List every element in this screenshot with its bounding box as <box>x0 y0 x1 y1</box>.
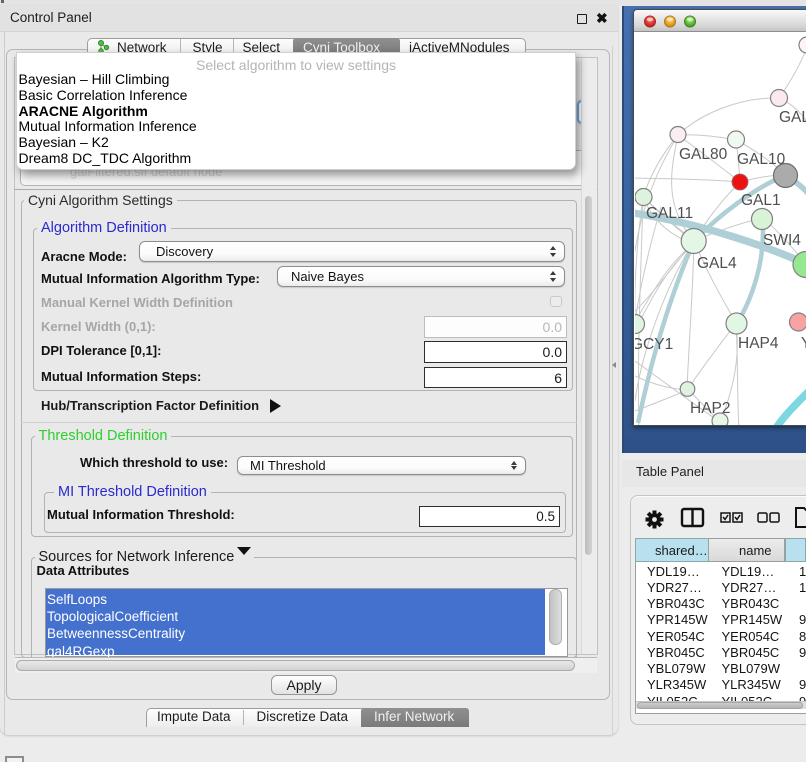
svg-text:SWI4: SWI4 <box>763 232 801 249</box>
svg-text:GAL4: GAL4 <box>697 255 737 272</box>
svg-text:GCY1: GCY1 <box>635 336 673 353</box>
svg-text:GAL1: GAL1 <box>741 192 781 209</box>
svg-text:HAP2: HAP2 <box>690 400 731 417</box>
svg-text:GAL7: GAL7 <box>779 109 806 126</box>
svg-text:HAP4: HAP4 <box>738 335 779 352</box>
svg-text:GAL10: GAL10 <box>737 151 786 168</box>
svg-text:GAL80: GAL80 <box>679 146 728 163</box>
svg-text:YP: YP <box>801 335 806 352</box>
svg-text:GAL11: GAL11 <box>646 205 693 222</box>
